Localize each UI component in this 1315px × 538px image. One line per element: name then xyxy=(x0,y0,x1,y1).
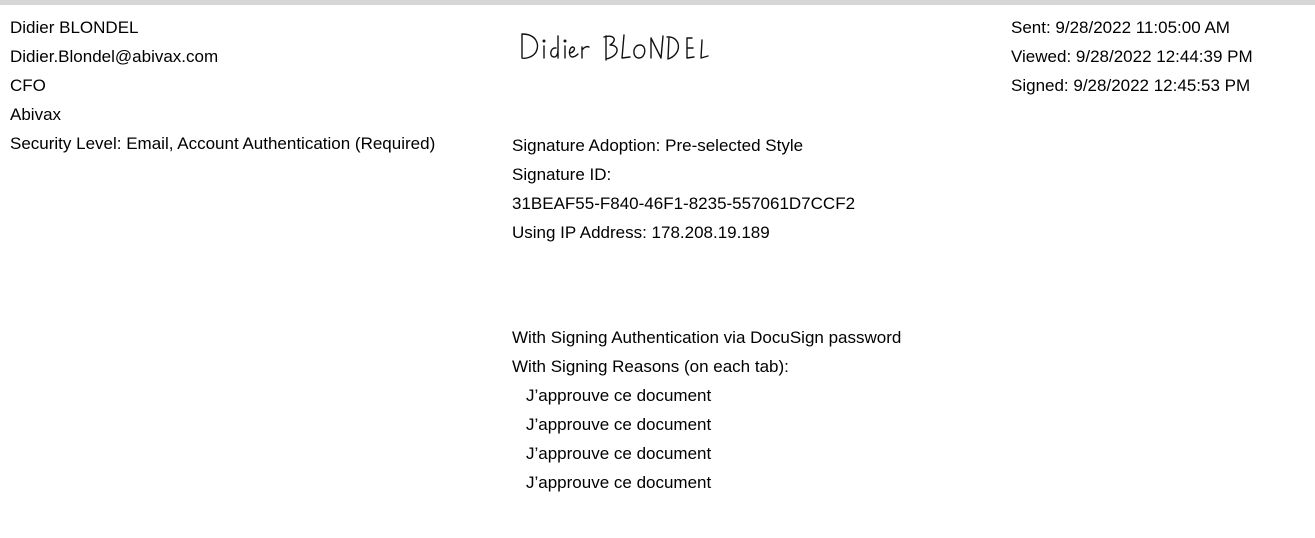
signing-auth-method: With Signing Authentication via DocuSign… xyxy=(512,328,902,347)
signer-security-level: Security Level: Email, Account Authentic… xyxy=(10,134,436,153)
signer-email: Didier.Blondel@abivax.com xyxy=(10,47,219,66)
signing-reason: J’approuve ce document xyxy=(526,386,712,405)
signing-reason: J’approuve ce document xyxy=(526,444,712,463)
signing-authentication: With Signing Authentication via DocuSign… xyxy=(512,328,901,502)
signature-id-label: Signature ID: xyxy=(512,165,612,184)
signature-id-value: 31BEAF55-F840-46F1-8235-557061D7CCF2 xyxy=(512,194,856,213)
signer-name: Didier BLONDEL xyxy=(10,18,139,37)
signature-image xyxy=(521,33,709,61)
signing-reason: J’approuve ce document xyxy=(526,415,712,434)
signature-adoption: Signature Adoption: Pre-selected Style xyxy=(512,136,804,155)
timestamps: Sent: 9/28/2022 11:05:00 AM Viewed: 9/28… xyxy=(1011,18,1311,105)
signing-reason: J’approuve ce document xyxy=(526,473,712,492)
signature-details: Signature Adoption: Pre-selected Style S… xyxy=(512,136,855,252)
signature-ip-address: Using IP Address: 178.208.19.189 xyxy=(512,223,770,242)
signed-timestamp: Signed: 9/28/2022 12:45:53 PM xyxy=(1011,76,1251,95)
signer-info: Didier BLONDEL Didier.Blondel@abivax.com… xyxy=(10,18,470,163)
viewed-timestamp: Viewed: 9/28/2022 12:44:39 PM xyxy=(1011,47,1253,66)
signer-title: CFO xyxy=(10,76,46,95)
sent-timestamp: Sent: 9/28/2022 11:05:00 AM xyxy=(1011,18,1230,37)
signing-reasons-label: With Signing Reasons (on each tab): xyxy=(512,357,789,376)
top-divider xyxy=(0,0,1315,5)
signer-company: Abivax xyxy=(10,105,62,124)
